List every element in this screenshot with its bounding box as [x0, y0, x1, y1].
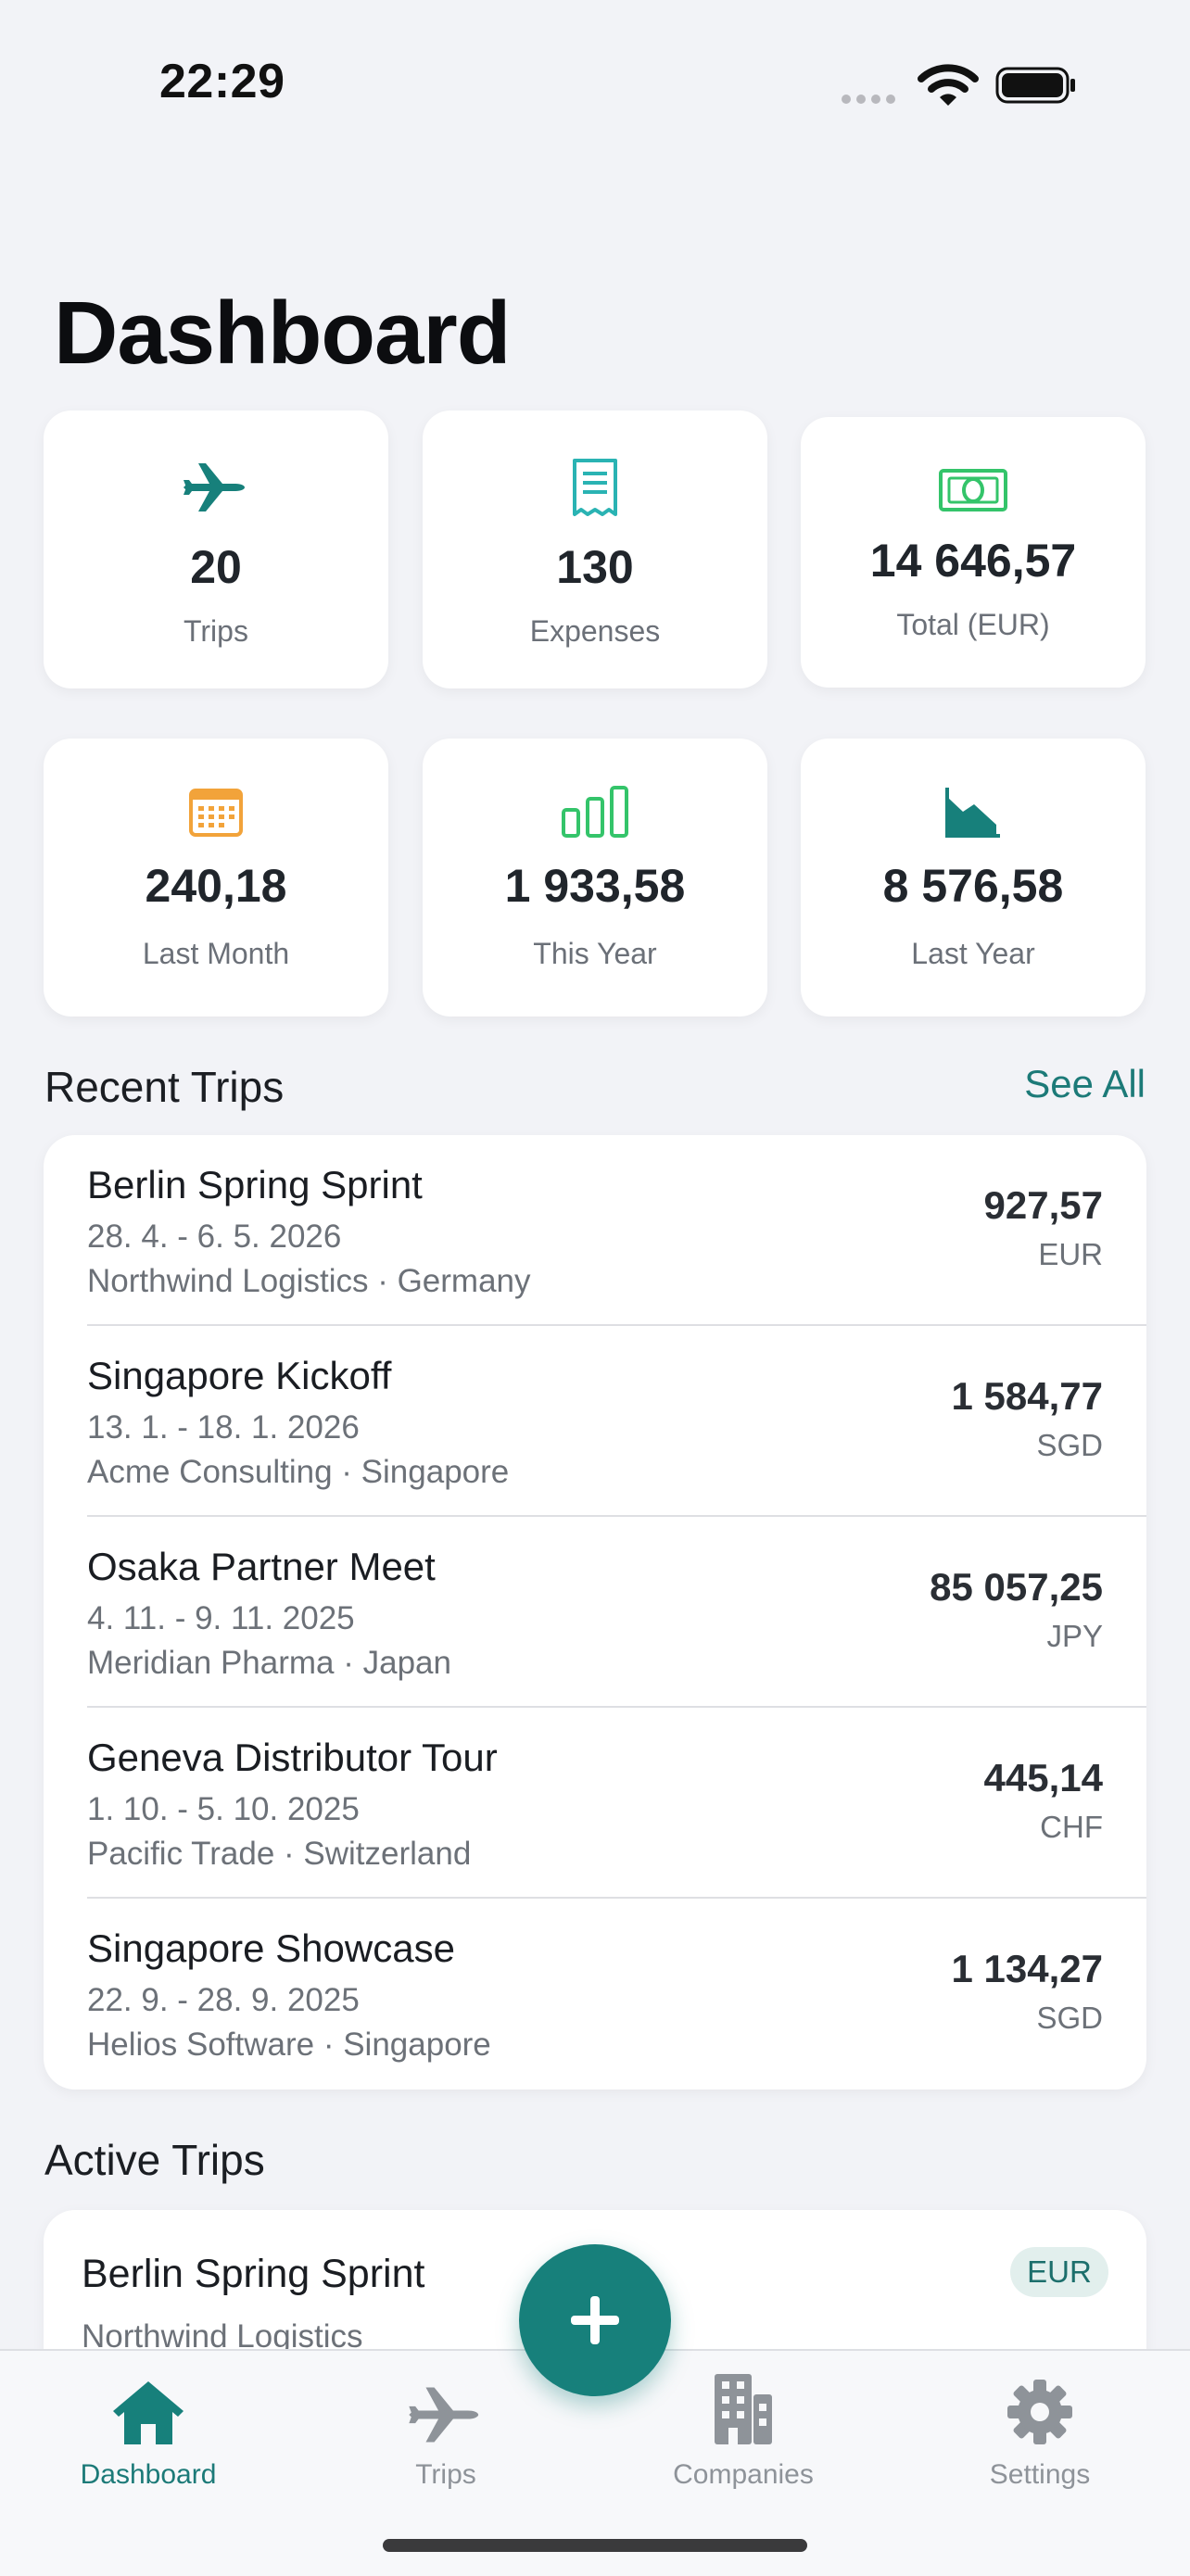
airplane-icon	[325, 2363, 566, 2446]
trip-amount: 1 584,77	[951, 1374, 1104, 1418]
stat-label: This Year	[533, 937, 657, 970]
stat-value: 14 646,57	[869, 535, 1077, 587]
trip-currency: SGD	[1036, 2001, 1103, 2035]
banknote-icon	[801, 458, 1146, 523]
trip-row[interactable]: Singapore Showcase 22. 9. - 28. 9. 2025 …	[44, 1899, 1146, 2090]
page-title: Dashboard	[54, 284, 511, 383]
trip-amount: 85 057,25	[930, 1565, 1103, 1609]
see-all-link[interactable]: See All	[1024, 1062, 1146, 1106]
stat-card-last-year[interactable]: 8 576,58 Last Year	[801, 739, 1146, 1017]
trip-meta: Helios Software · Singapore	[87, 2027, 491, 2063]
building-icon	[623, 2363, 864, 2446]
trip-meta: Acme Consulting · Singapore	[87, 1454, 510, 1490]
stat-value: 8 576,58	[882, 860, 1064, 912]
house-icon	[28, 2363, 269, 2446]
stat-card-last-month[interactable]: 240,18 Last Month	[44, 739, 388, 1017]
stat-card-total[interactable]: 14 646,57 Total (EUR)	[801, 417, 1146, 688]
trip-currency: SGD	[1036, 1428, 1103, 1462]
airplane-icon	[44, 455, 388, 520]
trip-meta: Northwind Logistics · Germany	[87, 1263, 531, 1299]
trip-name: Singapore Kickoff	[87, 1354, 392, 1397]
trip-currency: CHF	[1040, 1810, 1103, 1844]
trip-row[interactable]: Berlin Spring Sprint 28. 4. - 6. 5. 2026…	[44, 1135, 1146, 1326]
home-indicator	[383, 2539, 807, 2552]
trip-amount: 1 134,27	[951, 1947, 1104, 1990]
trip-name: Singapore Showcase	[87, 1926, 455, 1970]
trip-currency: JPY	[1046, 1619, 1103, 1653]
tab-companies[interactable]: Companies	[623, 2363, 864, 2491]
stat-value: 130	[556, 541, 634, 593]
recent-trips-list: Berlin Spring Sprint 28. 4. - 6. 5. 2026…	[44, 1135, 1146, 2090]
currency-badge: EUR	[1010, 2247, 1108, 2297]
stat-label: Trips	[184, 614, 248, 648]
tab-label: Dashboard	[80, 2459, 217, 2490]
trip-meta: Meridian Pharma · Japan	[87, 1645, 451, 1681]
stat-label: Last Month	[142, 937, 290, 970]
recent-trips-title: Recent Trips	[44, 1063, 285, 1111]
trip-dates: 13. 1. - 18. 1. 2026	[87, 1409, 360, 1446]
trip-name: Geneva Distributor Tour	[87, 1736, 498, 1779]
plus-icon	[571, 2296, 619, 2344]
cellular-signal-icon	[842, 95, 895, 104]
tab-trips[interactable]: Trips	[325, 2363, 566, 2491]
stat-label: Last Year	[911, 937, 1035, 970]
receipt-icon	[423, 455, 767, 520]
tab-label: Trips	[415, 2459, 476, 2490]
trip-name: Berlin Spring Sprint	[87, 1163, 423, 1206]
trip-row[interactable]: Singapore Kickoff 13. 1. - 18. 1. 2026 A…	[44, 1326, 1146, 1517]
trip-amount: 445,14	[983, 1756, 1103, 1799]
active-trips-title: Active Trips	[44, 2136, 265, 2184]
tab-label: Companies	[673, 2459, 814, 2490]
trip-amount: 927,57	[983, 1183, 1103, 1227]
tab-label: Settings	[989, 2459, 1091, 2490]
stat-value: 240,18	[145, 860, 287, 912]
calendar-icon	[44, 779, 388, 844]
tab-settings[interactable]: Settings	[919, 2363, 1160, 2491]
gear-icon	[919, 2363, 1160, 2446]
trip-dates: 22. 9. - 28. 9. 2025	[87, 1982, 360, 2018]
stat-value: 20	[190, 541, 242, 593]
active-trip-name: Berlin Spring Sprint	[82, 2252, 425, 2296]
battery-icon	[995, 67, 1077, 104]
trip-row[interactable]: Osaka Partner Meet 4. 11. - 9. 11. 2025 …	[44, 1517, 1146, 1708]
add-button[interactable]	[519, 2244, 671, 2396]
stat-card-this-year[interactable]: 1 933,58 This Year	[423, 739, 767, 1017]
trip-row[interactable]: Geneva Distributor Tour 1. 10. - 5. 10. …	[44, 1708, 1146, 1899]
wifi-icon	[918, 63, 979, 112]
trip-dates: 1. 10. - 5. 10. 2025	[87, 1791, 360, 1827]
tab-dashboard[interactable]: Dashboard	[28, 2363, 269, 2491]
trip-dates: 28. 4. - 6. 5. 2026	[87, 1219, 342, 1255]
bar-chart-icon	[423, 779, 767, 844]
status-time: 22:29	[159, 55, 285, 108]
trend-down-chart-icon	[801, 779, 1146, 844]
stat-label: Total (EUR)	[896, 608, 1050, 641]
stat-label: Expenses	[529, 614, 661, 648]
trip-meta: Pacific Trade · Switzerland	[87, 1836, 472, 1872]
trip-name: Osaka Partner Meet	[87, 1545, 436, 1588]
stat-value: 1 933,58	[504, 860, 686, 912]
stat-card-trips[interactable]: 20 Trips	[44, 410, 388, 688]
trip-currency: EUR	[1038, 1237, 1103, 1271]
trip-dates: 4. 11. - 9. 11. 2025	[87, 1600, 355, 1636]
stat-card-expenses[interactable]: 130 Expenses	[423, 410, 767, 688]
